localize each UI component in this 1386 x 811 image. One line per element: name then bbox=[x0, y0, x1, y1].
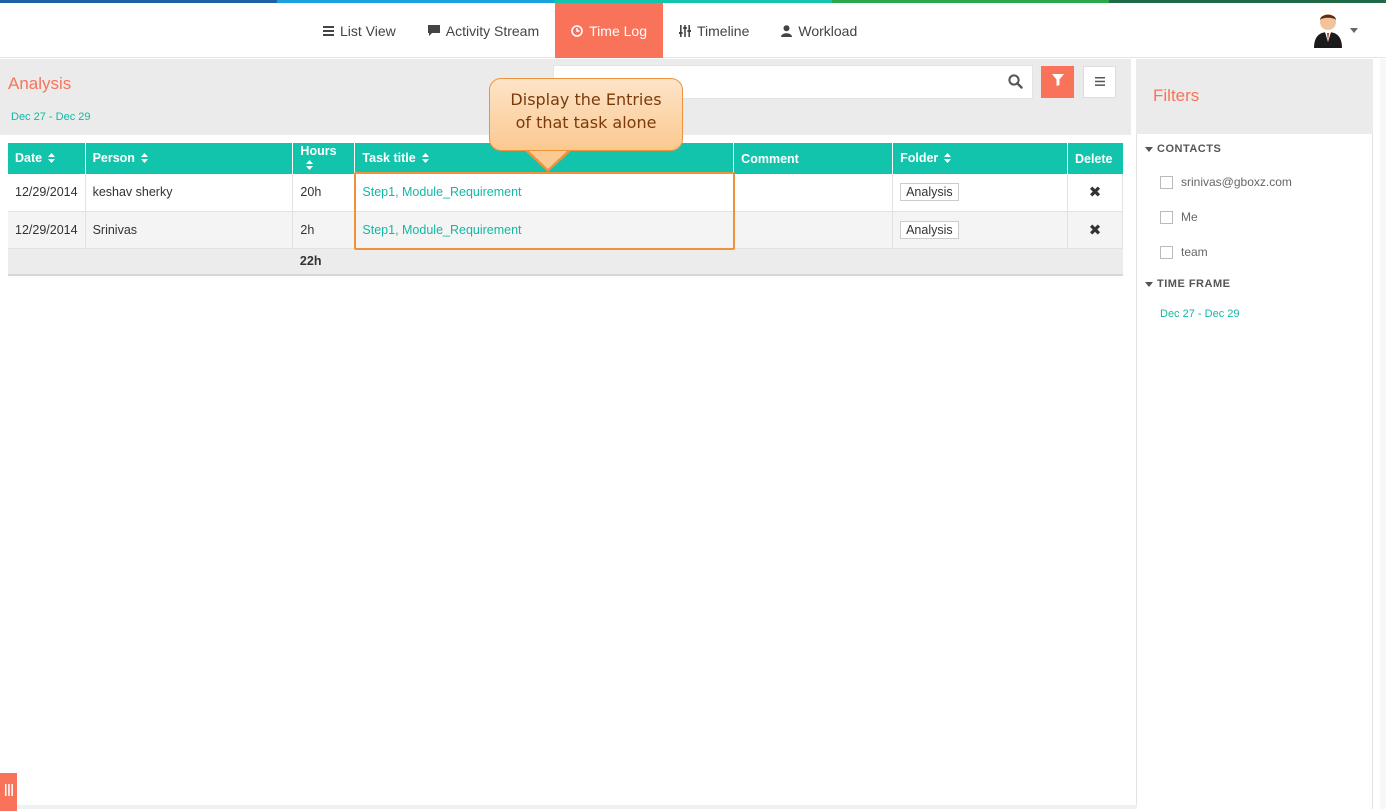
contact-filter-item[interactable]: srinivas@gboxz.com bbox=[1160, 175, 1292, 189]
total-hours: 22h bbox=[292, 248, 355, 276]
menu-icon bbox=[1094, 73, 1105, 91]
caret-down-icon bbox=[1145, 281, 1153, 287]
column-header-date[interactable]: Date bbox=[8, 143, 86, 174]
date-range[interactable]: Dec 27 - Dec 29 bbox=[11, 111, 90, 123]
cell-person: keshav sherky bbox=[85, 174, 294, 212]
filter-icon bbox=[1051, 73, 1064, 91]
annotation-callout: Display the Entries of that task alone bbox=[489, 78, 683, 151]
cell-folder: Analysis bbox=[892, 211, 1068, 249]
tab-label: Workload bbox=[798, 22, 858, 39]
checkbox[interactable] bbox=[1160, 210, 1173, 224]
column-header-folder[interactable]: Folder bbox=[892, 143, 1068, 174]
tab-workload[interactable]: Workload bbox=[765, 3, 873, 58]
contacts-section-toggle[interactable]: CONTACTS bbox=[1145, 143, 1221, 155]
timeframe-range[interactable]: Dec 27 - Dec 29 bbox=[1160, 308, 1239, 320]
sort-icon bbox=[306, 159, 314, 173]
bottom-panel-toggle[interactable] bbox=[0, 773, 17, 811]
list-icon bbox=[323, 25, 334, 36]
folder-tag[interactable]: Analysis bbox=[900, 183, 959, 202]
callout-line-1: Display the Entries bbox=[510, 90, 662, 109]
cell-folder: Analysis bbox=[892, 174, 1068, 212]
clock-icon bbox=[571, 24, 583, 37]
filters-title: Filters bbox=[1153, 86, 1200, 105]
checkbox[interactable] bbox=[1160, 175, 1173, 189]
tab-list-view[interactable]: List View bbox=[307, 3, 412, 58]
filter-button[interactable] bbox=[1041, 66, 1074, 98]
total-row: 22h bbox=[8, 248, 1123, 276]
column-header-person[interactable]: Person bbox=[85, 143, 294, 174]
cell-task: Step1, Module_Requirement bbox=[354, 211, 735, 249]
task-title-link[interactable]: Step1, Module_Requirement bbox=[362, 223, 521, 237]
sort-icon bbox=[421, 152, 429, 166]
user-avatar[interactable] bbox=[1312, 12, 1344, 48]
user-icon bbox=[781, 24, 793, 37]
sort-icon bbox=[944, 152, 952, 166]
contact-filter-item[interactable]: Me bbox=[1160, 210, 1198, 224]
cell-person: Srinivas bbox=[85, 211, 294, 249]
column-header-hours[interactable]: Hours bbox=[292, 143, 356, 174]
filters-sidebar bbox=[1136, 59, 1373, 809]
tab-label: List View bbox=[340, 22, 396, 39]
cell-hours: 2h bbox=[292, 211, 356, 249]
table-row: 12/29/2014 Srinivas 2h Step1, Module_Req… bbox=[8, 211, 1124, 249]
folder-tag[interactable]: Analysis bbox=[900, 220, 959, 239]
tab-label: Time Log bbox=[589, 22, 647, 39]
comment-icon bbox=[427, 25, 440, 36]
sliders-icon bbox=[678, 24, 691, 37]
table-row: 12/29/2014 keshav sherky 20h Step1, Modu… bbox=[8, 174, 1124, 212]
contact-filter-item[interactable]: team bbox=[1160, 245, 1208, 259]
scrollbar[interactable] bbox=[1380, 59, 1386, 809]
callout-tail-inner bbox=[527, 149, 569, 169]
tab-timeline[interactable]: Timeline bbox=[663, 3, 765, 58]
user-menu-caret-icon[interactable] bbox=[1350, 28, 1358, 33]
tab-label: Timeline bbox=[696, 22, 750, 39]
menu-button[interactable] bbox=[1083, 66, 1116, 98]
delete-icon[interactable]: ✖ bbox=[1067, 174, 1124, 212]
delete-icon[interactable]: ✖ bbox=[1067, 211, 1124, 249]
task-title-link[interactable]: Step1, Module_Requirement bbox=[362, 185, 521, 199]
cell-task: Step1, Module_Requirement bbox=[354, 174, 735, 212]
sort-icon bbox=[140, 152, 148, 166]
grip-icon bbox=[4, 783, 13, 801]
tab-label: Activity Stream bbox=[445, 22, 540, 39]
callout-line-2: of that task alone bbox=[515, 113, 657, 132]
cell-date: 12/29/2014 bbox=[8, 211, 86, 249]
cell-hours: 20h bbox=[292, 174, 356, 212]
tab-activity-stream[interactable]: Activity Stream bbox=[412, 3, 555, 58]
cell-comment bbox=[733, 211, 894, 249]
sort-icon bbox=[48, 152, 56, 166]
cell-date: 12/29/2014 bbox=[8, 174, 86, 212]
timeframe-section-toggle[interactable]: TIME FRAME bbox=[1145, 278, 1230, 290]
checkbox[interactable] bbox=[1160, 245, 1173, 259]
cell-comment bbox=[733, 174, 894, 212]
view-tabs: List View Activity Stream Time Log Timel… bbox=[307, 3, 873, 58]
tab-time-log[interactable]: Time Log bbox=[555, 3, 663, 58]
search-icon[interactable] bbox=[1007, 73, 1025, 91]
column-header-delete: Delete bbox=[1067, 143, 1123, 174]
column-header-comment: Comment bbox=[733, 143, 894, 174]
page-title: Analysis bbox=[8, 74, 72, 93]
caret-down-icon bbox=[1145, 146, 1153, 152]
bottom-divider bbox=[17, 805, 1137, 809]
